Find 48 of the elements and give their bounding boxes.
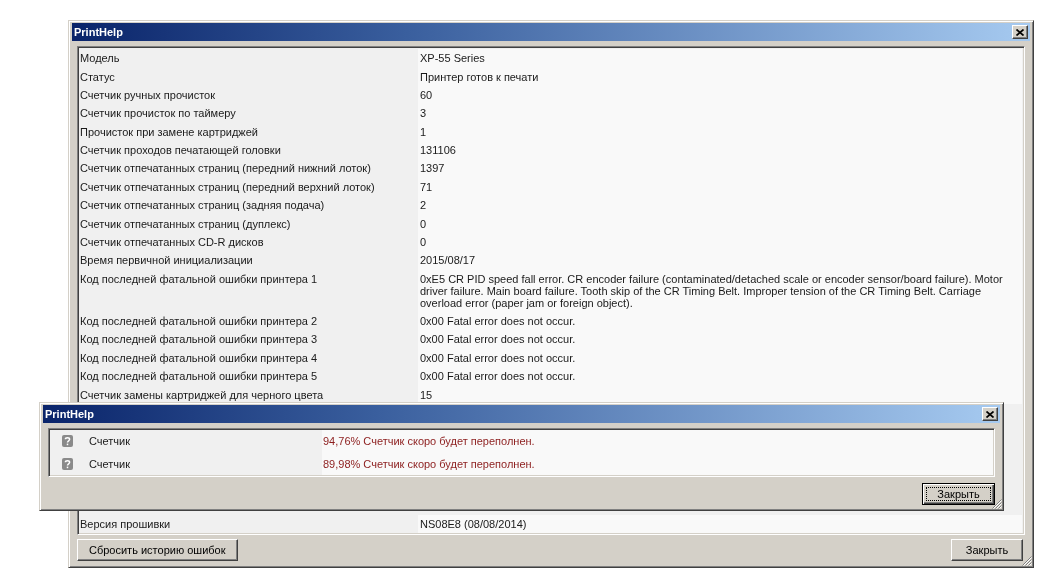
- property-value: 1397: [418, 159, 1022, 178]
- property-value: 15: [418, 385, 1022, 404]
- property-label: Счетчик прочисток по таймеру: [80, 106, 236, 122]
- close-button[interactable]: Закрыть: [922, 483, 995, 505]
- property-label: Код последней фатальной ошибки принтера 3: [80, 332, 318, 348]
- property-value: NS08E8 (08/08/2014): [418, 514, 1022, 533]
- message-source: Счетчик: [89, 435, 131, 448]
- resize-grip-icon[interactable]: [1022, 556, 1032, 566]
- property-label: Статус: [80, 69, 115, 85]
- window-title: PrintHelp: [45, 408, 94, 420]
- property-label: Счетчик проходов печатающей головки: [80, 143, 281, 159]
- property-value: 2015/08/17: [418, 251, 1022, 270]
- property-label: Счетчик ручных прочисток: [80, 87, 216, 103]
- property-value: 2: [418, 196, 1022, 215]
- property-value: 0x00 Fatal error does not occur.: [418, 330, 1022, 349]
- close-button[interactable]: [1012, 25, 1028, 39]
- reset-history-button[interactable]: Сбросить историю ошибок: [77, 539, 238, 561]
- property-label: Код последней фатальной ошибки принтера 4: [80, 350, 318, 366]
- property-label: Счетчик отпечатанных страниц (задняя подача): [80, 198, 325, 214]
- property-value: 3: [418, 104, 1022, 123]
- close-icon: [1016, 28, 1024, 36]
- property-value: 0x00 Fatal error does not occur.: [418, 367, 1022, 386]
- property-label: Модель: [80, 51, 120, 67]
- property-label: Время первичной инициализации: [80, 253, 253, 269]
- close-button[interactable]: Закрыть: [951, 539, 1023, 561]
- property-label: Прочисток при замене картриджей: [80, 124, 258, 140]
- property-value: XP-55 Series: [418, 49, 1022, 68]
- property-label: Версия прошивки: [80, 516, 171, 532]
- resize-grip-icon[interactable]: [992, 499, 1002, 509]
- property-label: Счетчик отпечатанных страниц (дуплекс): [80, 216, 291, 232]
- warning-message: 89,98% Счетчик скоро будет переполнен.: [322, 452, 993, 475]
- property-value: 0xE5 CR PID speed fall error. CR encoder failure (contaminated/detached scale or encoder sensor/board failure). Motor driver failure. Main board failure. Tooth skip of the CR Timing Belt. Improper tension of the CR Timing Belt. Carriage overload error (paper jam or foreign object).: [418, 269, 1022, 312]
- property-label: Счетчик замены картриджей для черного цвета: [80, 387, 324, 403]
- question-mark-icon: [62, 457, 73, 470]
- property-label: Счетчик отпечатанных страниц (передний верхний лоток): [80, 179, 375, 195]
- property-value: Принтер готов к печати: [418, 67, 1022, 86]
- close-icon: [986, 410, 994, 418]
- warning-message: 94,76% Счетчик скоро будет переполнен.: [322, 430, 993, 453]
- property-label: Счетчик отпечатанных страниц (передний нижний лоток): [80, 161, 371, 177]
- property-value: 0: [418, 214, 1022, 233]
- window-title: PrintHelp: [74, 26, 123, 38]
- message-source: Счетчик: [89, 457, 131, 470]
- property-label: Код последней фатальной ошибки принтера 1: [80, 271, 318, 287]
- property-label: Счетчик отпечатанных CD-R дисков: [80, 234, 264, 250]
- property-label: Код последней фатальной ошибки принтера 5: [80, 369, 318, 385]
- property-label: Код последней фатальной ошибки принтера 2: [80, 314, 318, 330]
- close-button[interactable]: [982, 407, 998, 421]
- question-mark-icon: [62, 435, 73, 448]
